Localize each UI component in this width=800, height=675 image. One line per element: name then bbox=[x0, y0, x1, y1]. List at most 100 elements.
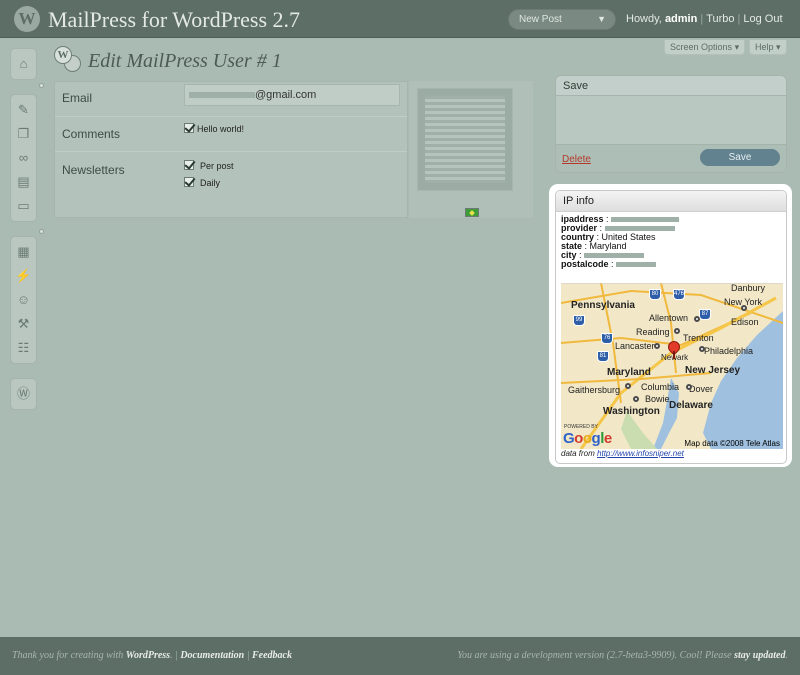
map-city-dot bbox=[625, 383, 631, 389]
chevron-down-icon: ▾ bbox=[776, 42, 781, 52]
save-box-title[interactable]: Save bbox=[556, 76, 786, 96]
documentation-link[interactable]: Documentation bbox=[180, 650, 244, 661]
checkbox-checked-icon[interactable] bbox=[184, 160, 194, 170]
page-title: Edit MailPress User # 1 bbox=[88, 50, 282, 72]
help-button[interactable]: Help ▾ bbox=[749, 40, 787, 55]
map-city-dot bbox=[654, 343, 660, 349]
route-shield-99: 99 bbox=[573, 315, 585, 326]
route-shield-76: 76 bbox=[601, 333, 613, 344]
menu-group-dashboard: ⌂ bbox=[10, 48, 37, 80]
menu-separator-handle[interactable] bbox=[39, 83, 44, 88]
settings-icon[interactable]: ☷ bbox=[11, 336, 36, 360]
avatar bbox=[417, 88, 513, 191]
map-label-maryland: Maryland bbox=[607, 367, 651, 378]
feedback-link[interactable]: Feedback bbox=[252, 650, 292, 661]
footer-version: You are using a development version (2.7… bbox=[457, 650, 788, 661]
menu-separator-handle[interactable] bbox=[39, 229, 44, 234]
map-city-dot bbox=[699, 346, 705, 352]
stay-updated-link[interactable]: stay updated bbox=[734, 650, 785, 661]
location-map[interactable]: 99 80 476 87 76 81 Pennsylvania New York… bbox=[561, 283, 783, 449]
dashboard-home-icon[interactable]: ⌂ bbox=[11, 52, 36, 76]
ip-field-postalcode: postalcode : bbox=[561, 260, 781, 269]
map-city-dot bbox=[674, 328, 680, 334]
checkbox-checked-icon[interactable] bbox=[184, 177, 194, 187]
menu-group-admin: ▦ ⚡ ☺ ⚒ ☷ bbox=[10, 236, 37, 364]
chevron-down-icon[interactable]: ▼ bbox=[597, 10, 606, 29]
map-label-washington: Washington bbox=[603, 406, 660, 417]
infosniper-link[interactable]: http://www.infosniper.net bbox=[597, 449, 684, 458]
admin-menu: ⌂ ✎ ❐ ∞ ▤ ▭ ▦ ⚡ ☺ ⚒ ☷ Ⓦ bbox=[10, 48, 37, 424]
route-shield-80: 80 bbox=[649, 289, 661, 300]
route-shield-81: 81 bbox=[597, 351, 609, 362]
howdy-text: Howdy, bbox=[626, 13, 662, 25]
ip-info-title[interactable]: IP info bbox=[556, 191, 786, 212]
map-label-allentown: Allentown bbox=[649, 313, 689, 323]
users-icon[interactable]: ☺ bbox=[11, 288, 36, 312]
map-label-dover: Dover bbox=[689, 384, 714, 394]
map-label-trenton: Trenton bbox=[683, 333, 714, 343]
comments-label: Comments bbox=[62, 127, 121, 141]
admin-header: W MailPress for WordPress 2.7 New Post ▼… bbox=[0, 0, 800, 38]
save-box: Save Delete Save bbox=[555, 75, 787, 173]
delete-link[interactable]: Delete bbox=[562, 154, 591, 165]
ip-info-box: IP info ipaddress : provider : country :… bbox=[555, 190, 787, 464]
turbo-link[interactable]: Turbo bbox=[706, 13, 734, 25]
avatar-column bbox=[409, 81, 533, 218]
map-city-dot bbox=[633, 396, 639, 402]
map-label-danbury: Danbury bbox=[731, 283, 766, 293]
media-icon[interactable]: ❐ bbox=[11, 122, 36, 146]
screen-options-button[interactable]: Screen Options ▾ bbox=[664, 40, 746, 55]
new-post-label: New Post bbox=[519, 14, 562, 25]
map-city-dot bbox=[741, 305, 747, 311]
ip-field-state: state : Maryland bbox=[561, 241, 627, 251]
admin-footer: Thank you for creating with WordPress. |… bbox=[0, 637, 800, 675]
ip-info-fields: ipaddress : provider : country : United … bbox=[556, 212, 786, 272]
location-pin-stem bbox=[673, 351, 675, 359]
map-credit: Map data ©2008 Tele Atlas bbox=[684, 439, 780, 448]
wordpress-link[interactable]: WordPress bbox=[126, 650, 170, 661]
newsletter-per-post-checkbox[interactable]: Per post bbox=[184, 160, 234, 171]
wordpress-logo-icon[interactable]: W bbox=[14, 6, 40, 32]
map-city-dot bbox=[694, 316, 700, 322]
chevron-down-icon: ▾ bbox=[734, 42, 740, 52]
map-city-dot bbox=[686, 384, 692, 390]
site-title[interactable]: MailPress for WordPress 2.7 bbox=[48, 7, 300, 33]
map-label-edison: Edison bbox=[731, 317, 759, 327]
logout-link[interactable]: Log Out bbox=[743, 13, 782, 25]
redacted-text bbox=[189, 92, 255, 99]
comments-icon[interactable]: ▭ bbox=[11, 194, 36, 218]
map-label-philadelphia: Philadelphia bbox=[704, 346, 754, 356]
comments-checkbox[interactable]: Hello world! bbox=[184, 123, 244, 134]
google-logo[interactable]: Google bbox=[563, 430, 612, 447]
username-link[interactable]: admin bbox=[665, 13, 697, 25]
map-label-columbia: Columbia bbox=[641, 382, 680, 392]
tools-icon[interactable]: ⚒ bbox=[11, 312, 36, 336]
users-page-icon: W bbox=[52, 46, 82, 74]
pages-icon[interactable]: ▤ bbox=[11, 170, 36, 194]
appearance-icon[interactable]: ▦ bbox=[11, 240, 36, 264]
plugins-icon[interactable]: ⚡ bbox=[11, 264, 36, 288]
save-button[interactable]: Save bbox=[700, 149, 780, 166]
map-label-gaithersburg: Gaithersburg bbox=[568, 385, 621, 395]
footer-thanks: Thank you for creating with WordPress. |… bbox=[12, 650, 292, 661]
map-label-delaware: Delaware bbox=[669, 400, 713, 411]
links-icon[interactable]: ∞ bbox=[11, 146, 36, 170]
map-label-bowie: Bowie bbox=[645, 394, 670, 404]
menu-group-mailpress: Ⓦ bbox=[10, 378, 37, 410]
map-label-reading: Reading bbox=[636, 327, 670, 337]
checkbox-checked-icon[interactable] bbox=[184, 123, 194, 133]
wordpress-mailpress-icon[interactable]: Ⓦ bbox=[11, 382, 36, 406]
route-shield-87: 87 bbox=[699, 309, 711, 320]
new-post-dropdown[interactable]: New Post ▼ bbox=[508, 9, 616, 30]
user-links: Howdy, admin | Turbo | Log Out bbox=[626, 13, 783, 25]
menu-group-content: ✎ ❐ ∞ ▤ ▭ bbox=[10, 94, 37, 222]
newsletter-daily-checkbox[interactable]: Daily bbox=[184, 177, 220, 188]
newsletters-label: Newsletters bbox=[62, 163, 125, 177]
posts-pin-icon[interactable]: ✎ bbox=[11, 98, 36, 122]
map-label-pennsylvania: Pennsylvania bbox=[571, 300, 635, 311]
email-field[interactable]: @gmail.com bbox=[184, 84, 400, 106]
route-shield-476: 476 bbox=[673, 289, 685, 300]
map-label-lancaster: Lancaster bbox=[615, 341, 655, 351]
country-flag-icon bbox=[465, 208, 479, 217]
data-source: data from http://www.infosniper.net bbox=[561, 449, 684, 458]
